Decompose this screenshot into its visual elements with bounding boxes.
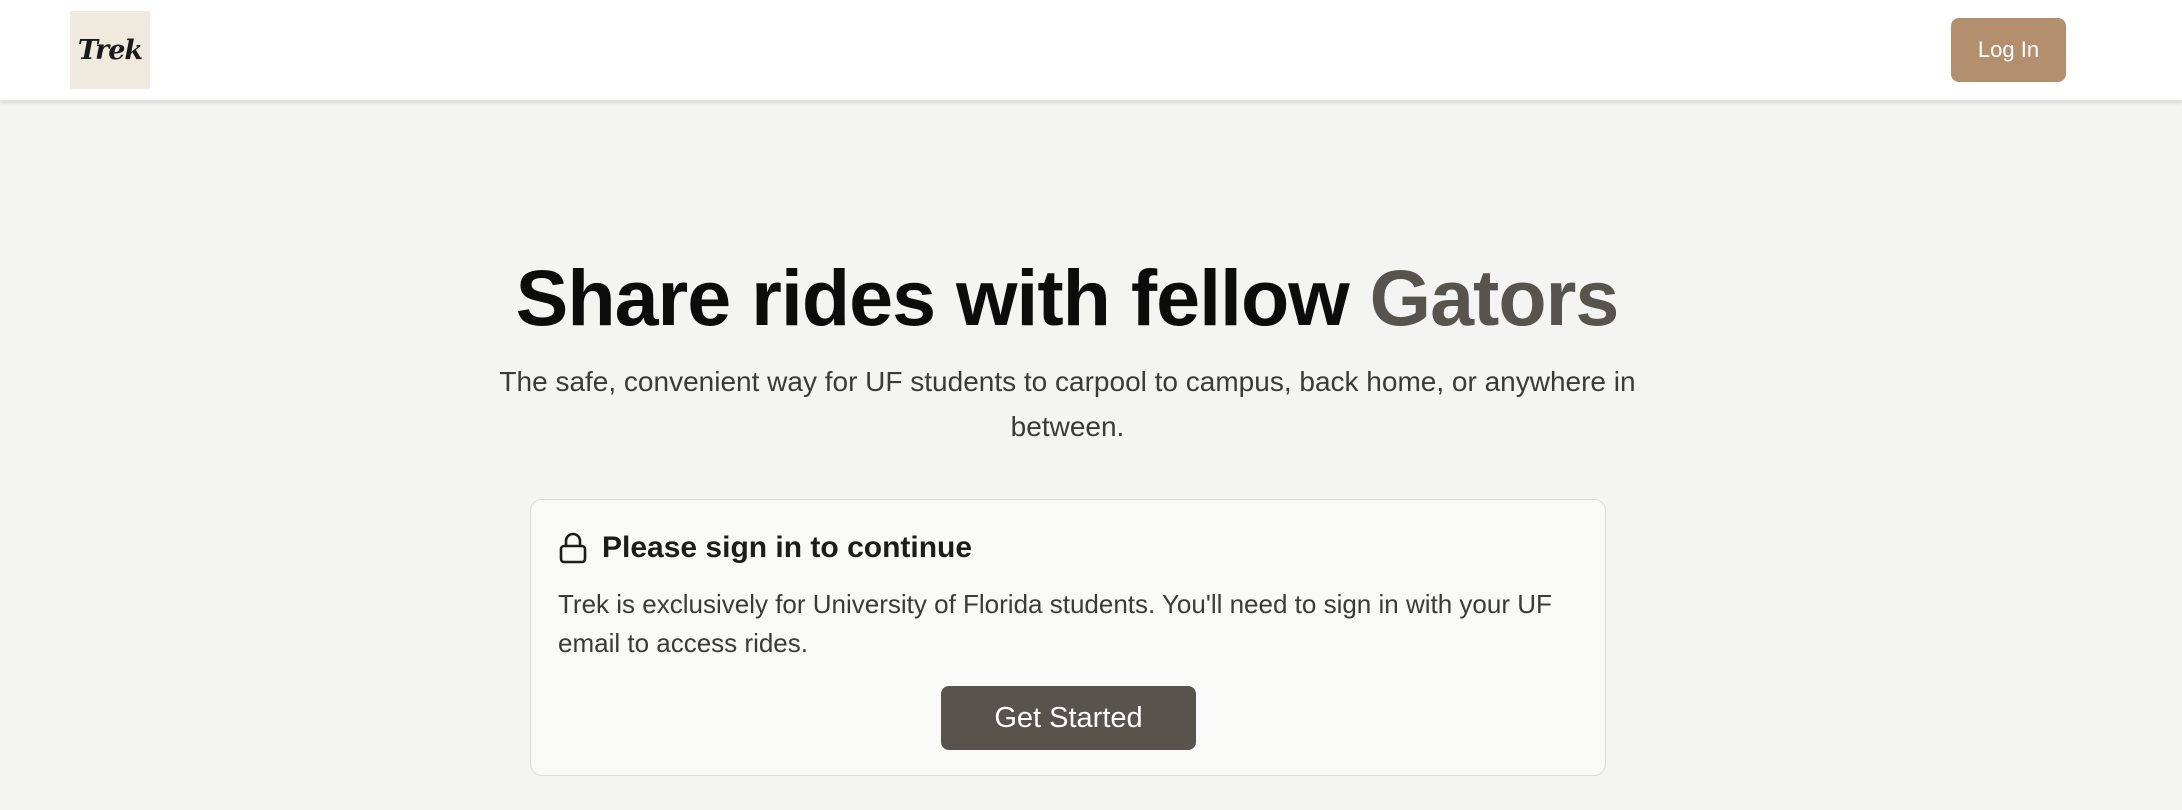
logo-text: Trek: [77, 34, 143, 66]
signin-card: Please sign in to continue Trek is exclu…: [530, 499, 1606, 776]
signin-card-body: Trek is exclusively for University of Fl…: [558, 589, 1552, 658]
signin-card-title: Please sign in to continue: [602, 531, 973, 564]
hero-title: Share rides with fellow Gators: [0, 250, 2134, 345]
lock-icon: [558, 532, 588, 564]
hero-subtitle: The safe, convenient way for UF students…: [499, 366, 1636, 442]
hero-title-accent: Gators: [1369, 253, 1620, 342]
trek-logo[interactable]: Trek: [70, 11, 150, 89]
get-started-button[interactable]: Get Started: [941, 686, 1196, 750]
signin-card-header: Please sign in to continue: [558, 531, 972, 565]
login-button[interactable]: Log In: [1951, 18, 2066, 82]
hero-title-main: Share rides with fellow: [515, 253, 1370, 342]
top-navbar: Trek Log In: [0, 0, 2182, 101]
